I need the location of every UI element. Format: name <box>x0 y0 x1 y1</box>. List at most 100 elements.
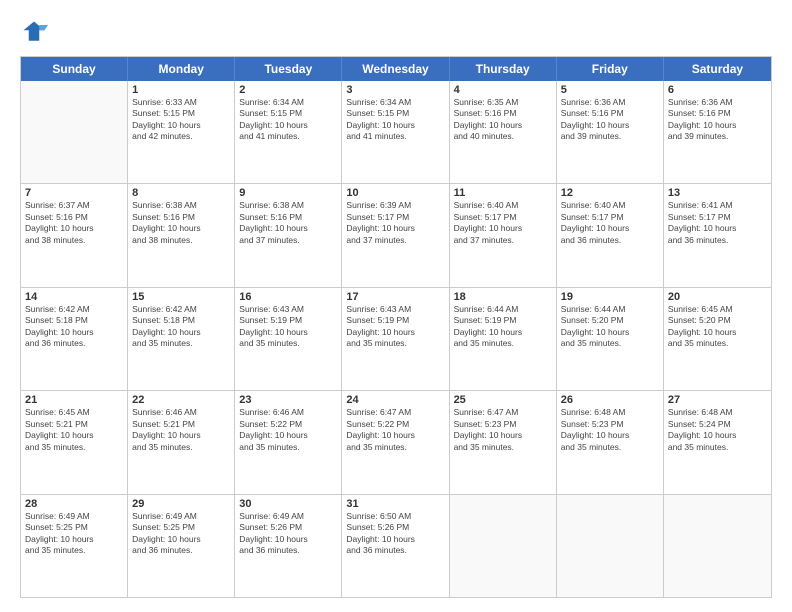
day-number: 25 <box>454 394 552 406</box>
day-number: 13 <box>668 187 767 199</box>
day-number: 22 <box>132 394 230 406</box>
header <box>20 18 772 46</box>
weekday-header-saturday: Saturday <box>664 57 771 81</box>
weekday-header-friday: Friday <box>557 57 664 81</box>
day-number: 11 <box>454 187 552 199</box>
day-info: Sunrise: 6:43 AM Sunset: 5:19 PM Dayligh… <box>346 304 444 350</box>
day-info: Sunrise: 6:42 AM Sunset: 5:18 PM Dayligh… <box>25 304 123 350</box>
day-info: Sunrise: 6:39 AM Sunset: 5:17 PM Dayligh… <box>346 200 444 246</box>
logo <box>20 18 52 46</box>
calendar-cell: 9Sunrise: 6:38 AM Sunset: 5:16 PM Daylig… <box>235 184 342 286</box>
day-info: Sunrise: 6:38 AM Sunset: 5:16 PM Dayligh… <box>132 200 230 246</box>
day-info: Sunrise: 6:48 AM Sunset: 5:24 PM Dayligh… <box>668 407 767 453</box>
weekday-header-sunday: Sunday <box>21 57 128 81</box>
calendar-cell <box>557 495 664 597</box>
calendar-cell: 30Sunrise: 6:49 AM Sunset: 5:26 PM Dayli… <box>235 495 342 597</box>
day-info: Sunrise: 6:42 AM Sunset: 5:18 PM Dayligh… <box>132 304 230 350</box>
day-number: 31 <box>346 498 444 510</box>
calendar-cell: 23Sunrise: 6:46 AM Sunset: 5:22 PM Dayli… <box>235 391 342 493</box>
day-number: 28 <box>25 498 123 510</box>
calendar-cell: 7Sunrise: 6:37 AM Sunset: 5:16 PM Daylig… <box>21 184 128 286</box>
calendar-cell: 22Sunrise: 6:46 AM Sunset: 5:21 PM Dayli… <box>128 391 235 493</box>
day-number: 16 <box>239 291 337 303</box>
calendar-cell: 13Sunrise: 6:41 AM Sunset: 5:17 PM Dayli… <box>664 184 771 286</box>
calendar-cell: 4Sunrise: 6:35 AM Sunset: 5:16 PM Daylig… <box>450 81 557 183</box>
calendar-cell: 19Sunrise: 6:44 AM Sunset: 5:20 PM Dayli… <box>557 288 664 390</box>
day-number: 9 <box>239 187 337 199</box>
day-info: Sunrise: 6:36 AM Sunset: 5:16 PM Dayligh… <box>561 97 659 143</box>
calendar-cell: 12Sunrise: 6:40 AM Sunset: 5:17 PM Dayli… <box>557 184 664 286</box>
calendar-row-4: 28 Sunrise: 6:49 AM Sunset: 5:25 PM Dayli… <box>21 495 771 597</box>
day-info: Sunrise: 6:34 AM Sunset: 5:15 PM Dayligh… <box>239 97 337 143</box>
day-number: 15 <box>132 291 230 303</box>
calendar-cell: 11Sunrise: 6:40 AM Sunset: 5:17 PM Dayli… <box>450 184 557 286</box>
day-number: 6 <box>668 84 767 96</box>
day-info: Sunrise: 6:47 AM Sunset: 5:22 PM Dayligh… <box>346 407 444 453</box>
calendar-cell: 6Sunrise: 6:36 AM Sunset: 5:16 PM Daylig… <box>664 81 771 183</box>
calendar-cell: 8Sunrise: 6:38 AM Sunset: 5:16 PM Daylig… <box>128 184 235 286</box>
day-number: 12 <box>561 187 659 199</box>
day-number: 5 <box>561 84 659 96</box>
day-info: Sunrise: 6:40 AM Sunset: 5:17 PM Dayligh… <box>454 200 552 246</box>
day-info: Sunrise: 6:45 AM Sunset: 5:20 PM Dayligh… <box>668 304 767 350</box>
calendar-cell: 5Sunrise: 6:36 AM Sunset: 5:16 PM Daylig… <box>557 81 664 183</box>
calendar-cell: 17Sunrise: 6:43 AM Sunset: 5:19 PM Dayli… <box>342 288 449 390</box>
day-number: 30 <box>239 498 337 510</box>
day-number: 29 <box>132 498 230 510</box>
calendar-body: 1Sunrise: 6:33 AM Sunset: 5:15 PM Daylig… <box>21 81 771 597</box>
calendar-cell: 29Sunrise: 6:49 AM Sunset: 5:25 PM Dayli… <box>128 495 235 597</box>
day-number: 1 <box>132 84 230 96</box>
calendar-cell: 18Sunrise: 6:44 AM Sunset: 5:19 PM Dayli… <box>450 288 557 390</box>
day-info: Sunrise: 6:35 AM Sunset: 5:16 PM Dayligh… <box>454 97 552 143</box>
day-info: Sunrise: 6:46 AM Sunset: 5:22 PM Dayligh… <box>239 407 337 453</box>
calendar-cell: 16Sunrise: 6:43 AM Sunset: 5:19 PM Dayli… <box>235 288 342 390</box>
day-number: 3 <box>346 84 444 96</box>
day-info: Sunrise: 6:41 AM Sunset: 5:17 PM Dayligh… <box>668 200 767 246</box>
day-number: 18 <box>454 291 552 303</box>
calendar-row-2: 14Sunrise: 6:42 AM Sunset: 5:18 PM Dayli… <box>21 288 771 391</box>
calendar-cell: 3Sunrise: 6:34 AM Sunset: 5:15 PM Daylig… <box>342 81 449 183</box>
calendar-cell: 25Sunrise: 6:47 AM Sunset: 5:23 PM Dayli… <box>450 391 557 493</box>
day-number: 4 <box>454 84 552 96</box>
calendar-header: SundayMondayTuesdayWednesdayThursdayFrid… <box>21 57 771 81</box>
calendar-cell <box>21 81 128 183</box>
day-info: Sunrise: 6:43 AM Sunset: 5:19 PM Dayligh… <box>239 304 337 350</box>
day-info: Sunrise: 6:48 AM Sunset: 5:23 PM Dayligh… <box>561 407 659 453</box>
day-info: Sunrise: 6:46 AM Sunset: 5:21 PM Dayligh… <box>132 407 230 453</box>
day-info: Sunrise: 6:50 AM Sunset: 5:26 PM Dayligh… <box>346 511 444 557</box>
day-number: 14 <box>25 291 123 303</box>
day-number: 21 <box>25 394 123 406</box>
calendar-cell: 28Sunrise: 6:49 AM Sunset: 5:25 PM Dayli… <box>21 495 128 597</box>
day-number: 17 <box>346 291 444 303</box>
day-number: 8 <box>132 187 230 199</box>
day-info: Sunrise: 6:33 AM Sunset: 5:15 PM Dayligh… <box>132 97 230 143</box>
calendar-cell: 14Sunrise: 6:42 AM Sunset: 5:18 PM Dayli… <box>21 288 128 390</box>
day-number: 19 <box>561 291 659 303</box>
day-info: Sunrise: 6:49 AM Sunset: 5:26 PM Dayligh… <box>239 511 337 557</box>
day-number: 2 <box>239 84 337 96</box>
day-info: Sunrise: 6:34 AM Sunset: 5:15 PM Dayligh… <box>346 97 444 143</box>
day-number: 23 <box>239 394 337 406</box>
calendar-cell: 20Sunrise: 6:45 AM Sunset: 5:20 PM Dayli… <box>664 288 771 390</box>
day-info: Sunrise: 6:36 AM Sunset: 5:16 PM Dayligh… <box>668 97 767 143</box>
calendar-cell <box>450 495 557 597</box>
day-number: 27 <box>668 394 767 406</box>
calendar-cell: 2Sunrise: 6:34 AM Sunset: 5:15 PM Daylig… <box>235 81 342 183</box>
day-number: 10 <box>346 187 444 199</box>
day-info: Sunrise: 6:44 AM Sunset: 5:20 PM Dayligh… <box>561 304 659 350</box>
calendar-cell: 27Sunrise: 6:48 AM Sunset: 5:24 PM Dayli… <box>664 391 771 493</box>
calendar-cell: 10Sunrise: 6:39 AM Sunset: 5:17 PM Dayli… <box>342 184 449 286</box>
calendar-cell: 24Sunrise: 6:47 AM Sunset: 5:22 PM Dayli… <box>342 391 449 493</box>
day-info: Sunrise: 6:40 AM Sunset: 5:17 PM Dayligh… <box>561 200 659 246</box>
day-info: Sunrise: 6:47 AM Sunset: 5:23 PM Dayligh… <box>454 407 552 453</box>
calendar-row-1: 7Sunrise: 6:37 AM Sunset: 5:16 PM Daylig… <box>21 184 771 287</box>
day-info: Sunrise: 6:45 AM Sunset: 5:21 PM Dayligh… <box>25 407 123 453</box>
weekday-header-monday: Monday <box>128 57 235 81</box>
day-info: Sunrise: 6:38 AM Sunset: 5:16 PM Dayligh… <box>239 200 337 246</box>
day-number: 7 <box>25 187 123 199</box>
page: SundayMondayTuesdayWednesdayThursdayFrid… <box>0 0 792 612</box>
calendar-cell: 15Sunrise: 6:42 AM Sunset: 5:18 PM Dayli… <box>128 288 235 390</box>
day-info: Sunrise: 6:49 AM Sunset: 5:25 PM Dayligh… <box>132 511 230 557</box>
day-number: 20 <box>668 291 767 303</box>
calendar: SundayMondayTuesdayWednesdayThursdayFrid… <box>20 56 772 598</box>
